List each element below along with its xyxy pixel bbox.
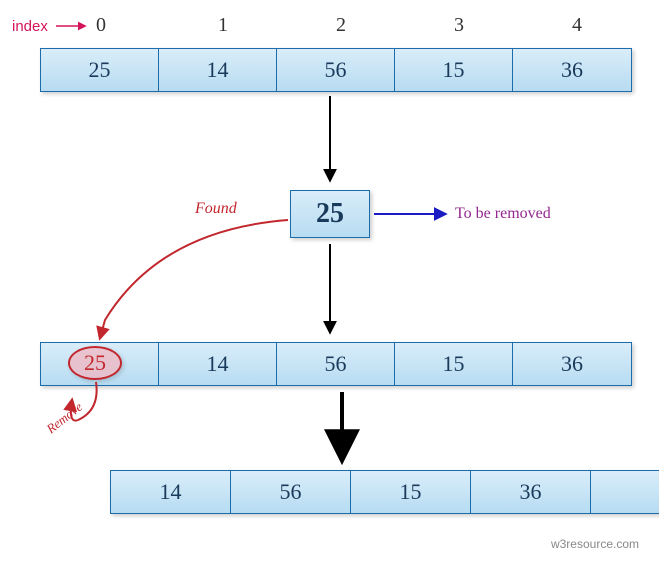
diagram-canvas: index 0 1 2 3 4 25 14 56 15 36 25 To be …	[0, 0, 659, 561]
cell-final-3: 36	[471, 471, 591, 513]
found-label: Found	[195, 200, 237, 218]
highlight-value: 25	[84, 350, 106, 376]
index-1: 1	[218, 14, 228, 37]
cell-initial-1: 14	[159, 49, 277, 91]
index-label: index	[12, 18, 48, 35]
target-value: 25	[316, 198, 344, 230]
cell-hl-1: 14	[159, 343, 277, 385]
to-be-removed-label: To be removed	[455, 205, 551, 223]
cell-initial-3: 15	[395, 49, 513, 91]
cell-hl-4: 36	[513, 343, 631, 385]
array-with-highlight: 14 56 15 36	[40, 342, 632, 386]
index-3: 3	[454, 14, 464, 37]
index-2: 2	[336, 14, 346, 37]
arrow-found	[100, 220, 288, 338]
index-0: 0	[96, 14, 106, 37]
cell-initial-0: 25	[41, 49, 159, 91]
index-4: 4	[572, 14, 582, 37]
cell-initial-4: 36	[513, 49, 631, 91]
cell-final-4	[591, 471, 659, 513]
cell-final-2: 15	[351, 471, 471, 513]
cell-hl-2: 56	[277, 343, 395, 385]
cell-initial-2: 56	[277, 49, 395, 91]
target-value-box: 25	[290, 190, 370, 238]
remove-label: Remove	[43, 399, 85, 437]
watermark: w3resource.com	[551, 537, 639, 551]
array-final: 14 56 15 36	[110, 470, 659, 514]
found-highlight: 25	[68, 346, 122, 380]
cell-hl-3: 15	[395, 343, 513, 385]
cell-final-0: 14	[111, 471, 231, 513]
cell-final-1: 56	[231, 471, 351, 513]
array-initial: 25 14 56 15 36	[40, 48, 632, 92]
